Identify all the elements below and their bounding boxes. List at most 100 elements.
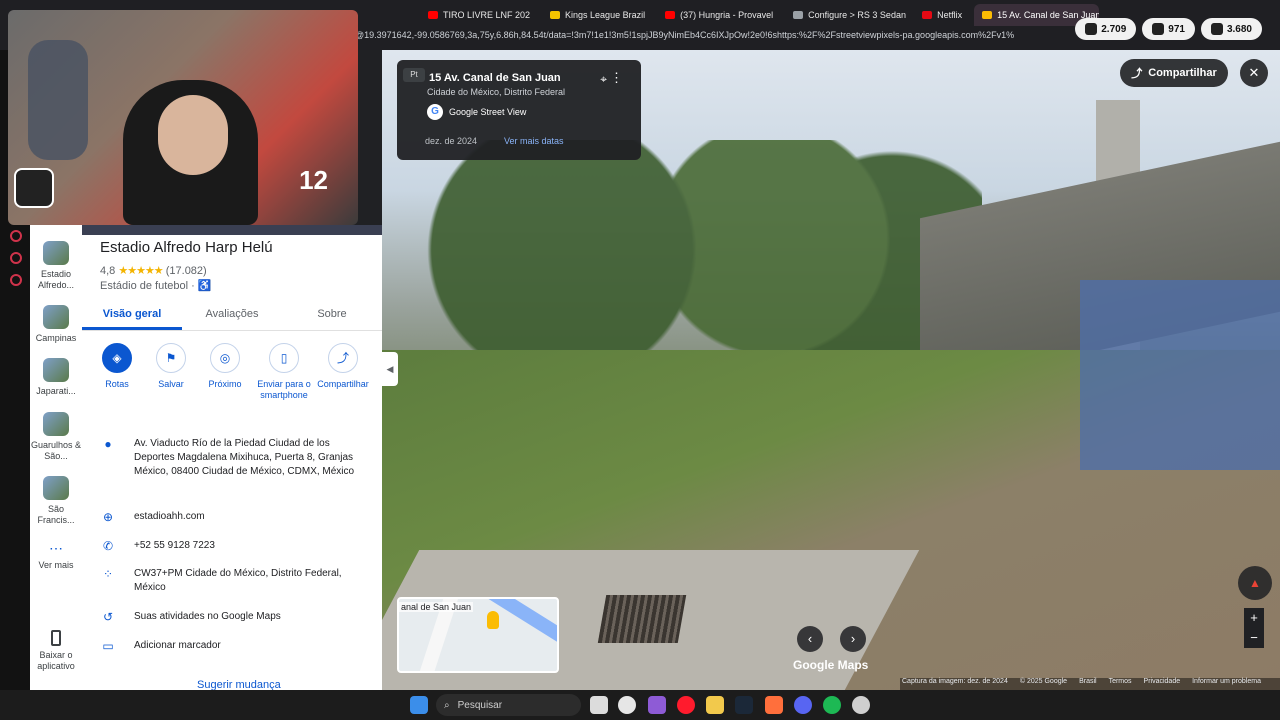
send-to-phone-button[interactable]: ▯ Enviar para o smartphone [252, 343, 316, 401]
globe-icon: ⊕ [102, 510, 114, 524]
task-view-icon[interactable] [590, 696, 608, 714]
extension-icon[interactable] [10, 252, 22, 264]
share-button[interactable]: ⤴ Compartilhar [1120, 59, 1228, 87]
close-icon[interactable]: ✕ [1240, 59, 1268, 87]
rail-item-campinas[interactable]: Campinas [30, 305, 82, 344]
figurine [28, 40, 88, 160]
minimap-label: anal de San Juan [399, 602, 474, 612]
spotify-icon[interactable] [823, 696, 841, 714]
website-row[interactable]: ⊕ estadioahh.com [100, 510, 370, 524]
rail-item-guarulhos[interactable]: Guarulhos & São... [30, 412, 82, 462]
tab-5[interactable]: Netflix [914, 4, 970, 26]
steam-icon[interactable] [735, 696, 753, 714]
rating-value: 4,8 [100, 265, 116, 277]
nearby-button[interactable]: ◎ Próximo [198, 343, 252, 401]
save-button[interactable]: ⚑ Salvar [144, 343, 198, 401]
history-icon[interactable] [10, 230, 22, 242]
viewers-count-pill: 3.680 [1200, 18, 1262, 40]
footer-terms[interactable]: Termos [1109, 678, 1132, 690]
prev-arrow-icon[interactable]: ‹ [797, 626, 823, 652]
tab-4[interactable]: Configure > RS 3 Sedan [785, 4, 910, 26]
map-footer: Captura da imagem: dez. de 2024 © 2025 G… [900, 678, 1280, 690]
location-pin-icon[interactable]: ⌖ [600, 72, 607, 87]
file-explorer-icon[interactable] [706, 696, 724, 714]
app-icon[interactable] [765, 696, 783, 714]
share-place-button[interactable]: ⤴ Compartilhar [316, 343, 370, 401]
suggest-edit-button[interactable]: Sugerir mudança [197, 679, 281, 690]
plus-code-text: CW37+PM Cidade do México, Distrito Feder… [134, 568, 342, 593]
tab-label: Kings League Brazil [565, 10, 646, 20]
chat-icon [1085, 23, 1098, 35]
footer-country[interactable]: Brasil [1079, 678, 1097, 690]
tab-overview[interactable]: Visão geral [82, 305, 182, 330]
rail-item-sao-francisco[interactable]: São Francis... [30, 476, 82, 526]
directions-button[interactable]: ◈ Rotas [90, 343, 144, 401]
activity-text: Suas atividades no Google Maps [134, 611, 281, 622]
label-row[interactable]: ▭ Adicionar marcador [100, 639, 370, 653]
zoom-in-button[interactable]: + [1244, 608, 1264, 628]
place-panel: Estadio Alfredo Harp Helú 4,8 ★★★★★ (17.… [82, 225, 382, 690]
rail-item-ver-mais[interactable]: ⋯ Ver mais [30, 540, 82, 571]
phone-text: +52 55 9128 7223 [134, 540, 215, 551]
chat-count: 2.709 [1101, 23, 1127, 35]
place-thumb [43, 476, 69, 500]
plus-code-row[interactable]: ⁘ CW37+PM Cidade do México, Distrito Fede… [100, 567, 370, 595]
place-thumb [43, 358, 69, 382]
rail-item-download-app[interactable]: Baixar o aplicativo [30, 630, 82, 672]
capture-date: dez. de 2024 [425, 136, 478, 146]
copilot-icon[interactable] [648, 696, 666, 714]
action-label: Compartilhar [317, 379, 369, 389]
windows-start-icon[interactable] [410, 696, 428, 714]
place-rating[interactable]: 4,8 ★★★★★ (17.082) [100, 264, 207, 277]
kick-icon [1152, 23, 1165, 35]
compass-icon[interactable]: ▲ [1238, 566, 1272, 600]
next-arrow-icon[interactable]: › [840, 626, 866, 652]
youtube-icon [428, 11, 438, 19]
place-category[interactable]: Estádio de futebol · ♿ [100, 279, 212, 292]
rail-item-japarati[interactable]: Japarati... [30, 358, 82, 397]
collapse-panel-button[interactable]: ◀ [382, 352, 398, 386]
rail-item-estadio[interactable]: Estadio Alfredo... [30, 241, 82, 291]
back-button[interactable]: Pt [403, 68, 425, 82]
zoom-out-button[interactable]: − [1244, 628, 1264, 648]
taskbar-search[interactable]: ⌕ Pesquisar [436, 694, 581, 716]
maps-icon [982, 11, 993, 19]
tab-2[interactable]: Kings League Brazil [542, 4, 653, 26]
more-icon: ⋯ [49, 540, 63, 556]
viewers-count: 3.680 [1226, 23, 1252, 35]
rail-item-label: São Francis... [37, 504, 75, 525]
app-icon[interactable] [618, 696, 636, 714]
phone-row[interactable]: ✆ +52 55 9128 7223 [100, 539, 370, 553]
footer-report[interactable]: Informar um problema [1192, 678, 1261, 690]
place-title: Estadio Alfredo Harp Helú [100, 239, 273, 256]
crown-icon [550, 11, 561, 19]
tab-about[interactable]: Sobre [282, 305, 382, 330]
label-icon: ▭ [102, 639, 114, 653]
label-text: Adicionar marcador [134, 640, 221, 651]
place-photo-banner[interactable] [82, 225, 382, 235]
more-vert-icon[interactable]: ⋮ [610, 70, 623, 86]
tab-reviews[interactable]: Avaliações [182, 305, 282, 330]
minimap[interactable]: anal de San Juan [397, 597, 559, 673]
app-icon[interactable] [852, 696, 870, 714]
action-label: Próximo [208, 379, 242, 389]
tab-3[interactable]: (37) Hungria - Provavel [657, 4, 781, 26]
opera-icon[interactable] [677, 696, 695, 714]
street-name: 15 Av. Canal de San Juan [429, 72, 561, 84]
rail-item-label: Baixar o aplicativo [37, 650, 75, 671]
footer-privacy[interactable]: Privacidade [1144, 678, 1181, 690]
url-bar[interactable]: @19.3971642,-99.0586769,3a,75y,6.86h,84.… [355, 30, 1035, 46]
discord-icon[interactable] [794, 696, 812, 714]
tab-1[interactable]: TIRO LIVRE LNF 202 [420, 4, 538, 26]
review-count[interactable]: (17.082) [166, 265, 207, 277]
plus-code-icon: ⁘ [102, 567, 114, 581]
more-dates-link[interactable]: Ver mais datas [504, 136, 564, 146]
action-label: Enviar para o smartphone [257, 379, 311, 400]
settings-icon[interactable] [10, 274, 22, 286]
fence-scenery [1080, 280, 1280, 470]
tab-strip: TIRO LIVRE LNF 202 Kings League Brazil (… [420, 4, 1160, 26]
place-thumb [43, 412, 69, 436]
street-city: Cidade do México, Distrito Federal [427, 87, 566, 97]
address-row[interactable]: ● Av. Viaducto Río de la Piedad Ciudad de… [100, 437, 370, 479]
activity-row[interactable]: ↺ Suas atividades no Google Maps [100, 610, 370, 624]
